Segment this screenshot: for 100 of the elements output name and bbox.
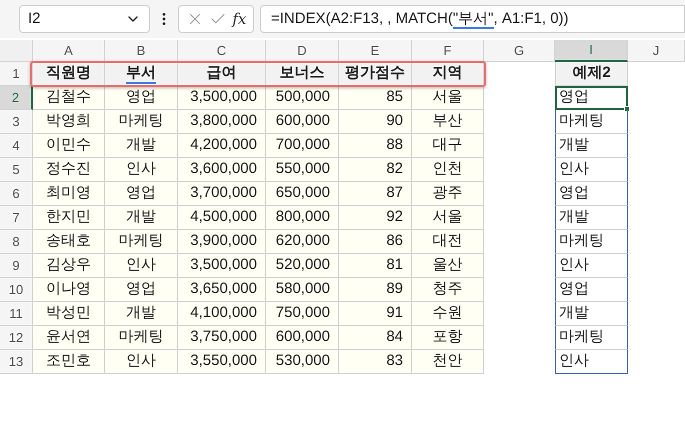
column-header[interactable]: J [628,40,685,62]
table-cell: 이나영 [33,278,105,302]
table-cell: 520,000 [266,254,339,278]
header-cell: 직원명 [33,62,105,86]
table-cell[interactable]: 마케팅 [555,230,628,254]
table-cell: 이민수 [33,134,105,158]
table-cell[interactable]: 영업 [555,86,628,110]
column-header[interactable]: D [266,40,339,62]
column-header[interactable]: I [555,40,628,62]
table-cell: 박영희 [33,110,105,134]
table-cell: 영업 [105,278,178,302]
header-cell: 부서 [105,62,178,86]
table-cell: 3,900,000 [178,230,266,254]
table-cell: 인천 [412,158,484,182]
table-cell: 김철수 [33,86,105,110]
table-cell: 82 [339,158,412,182]
table-cell: 90 [339,110,412,134]
table-cell[interactable]: 영업 [555,278,628,302]
column-header[interactable]: A [33,40,105,62]
table-cell: 83 [339,350,412,374]
table-cell: 580,000 [266,278,339,302]
formula-field[interactable]: =INDEX(A2:F13, , MATCH("부서", A1:F1, 0)) [260,5,685,33]
header-cell: 지역 [412,62,484,86]
table-cell: 89 [339,278,412,302]
table-cell[interactable]: 영업 [555,182,628,206]
table-cell: 4,100,000 [178,302,266,326]
row-header[interactable]: 7 [0,206,33,230]
table-cell: 91 [339,302,412,326]
row-header[interactable]: 1 [0,62,33,86]
table-cell: 서울 [412,86,484,110]
table-cell: 마케팅 [105,110,178,134]
table-cell: 서울 [412,206,484,230]
table-cell: 87 [339,182,412,206]
table-cell: 천안 [412,350,484,374]
table-cell: 대구 [412,134,484,158]
table-cell: 550,000 [266,158,339,182]
row-header[interactable]: 9 [0,254,33,278]
name-box[interactable]: I2 [19,5,150,33]
table-cell: 3,700,000 [178,182,266,206]
table-cell[interactable]: 인사 [555,350,628,374]
table-cell: 3,550,000 [178,350,266,374]
row-header[interactable]: 4 [0,134,33,158]
table-cell: 광주 [412,182,484,206]
column-header[interactable]: B [105,40,178,62]
table-cell: 개발 [105,206,178,230]
table-cell: 청주 [412,278,484,302]
table-cell: 윤서연 [33,326,105,350]
table-cell: 박성민 [33,302,105,326]
table-cell: 86 [339,230,412,254]
table-cell: 800,000 [266,206,339,230]
header-cell: 보너스 [266,62,339,86]
table-cell: 88 [339,134,412,158]
table-cell: 85 [339,86,412,110]
table-cell: 3,650,000 [178,278,266,302]
row-header[interactable]: 10 [0,278,33,302]
table-cell[interactable]: 마케팅 [555,110,628,134]
table-cell: 인사 [105,350,178,374]
table-cell: 부산 [412,110,484,134]
table-cell: 마케팅 [105,326,178,350]
table-cell: 92 [339,206,412,230]
fill-handle[interactable] [624,106,630,112]
table-cell: 620,000 [266,230,339,254]
table-cell: 81 [339,254,412,278]
header-cell: 급여 [178,62,266,86]
table-cell: 3,600,000 [178,158,266,182]
table-cell: 650,000 [266,182,339,206]
table-cell: 영업 [105,182,178,206]
table-cell: 영업 [105,86,178,110]
column-header[interactable]: C [178,40,266,62]
table-cell: 600,000 [266,326,339,350]
row-header[interactable]: 11 [0,302,33,326]
table-cell[interactable]: 마케팅 [555,326,628,350]
table-cell[interactable]: 개발 [555,206,628,230]
table-cell: 750,000 [266,302,339,326]
table-cell[interactable]: 개발 [555,302,628,326]
table-cell: 대전 [412,230,484,254]
row-header[interactable]: 5 [0,158,33,182]
row-header[interactable]: 6 [0,182,33,206]
table-cell: 송태호 [33,230,105,254]
column-header[interactable]: G [484,40,555,62]
column-header[interactable]: F [412,40,484,62]
table-cell: 3,500,000 [178,254,266,278]
header-cell: 평가점수 [339,62,412,86]
insert-function-button[interactable]: fx [232,8,246,30]
table-cell[interactable]: 개발 [555,134,628,158]
table-cell: 수원 [412,302,484,326]
row-header[interactable]: 12 [0,326,33,350]
table-cell[interactable]: 인사 [555,254,628,278]
header-cell: 예제2 [555,62,628,86]
table-cell: 500,000 [266,86,339,110]
row-header[interactable]: 8 [0,230,33,254]
table-cell[interactable]: 인사 [555,158,628,182]
table-cell: 개발 [105,134,178,158]
row-header[interactable]: 2 [0,86,33,110]
row-header[interactable]: 13 [0,350,33,374]
column-header[interactable]: E [339,40,412,62]
table-cell: 3,500,000 [178,86,266,110]
table-cell: 84 [339,326,412,350]
table-cell: 600,000 [266,110,339,134]
row-header[interactable]: 3 [0,110,33,134]
